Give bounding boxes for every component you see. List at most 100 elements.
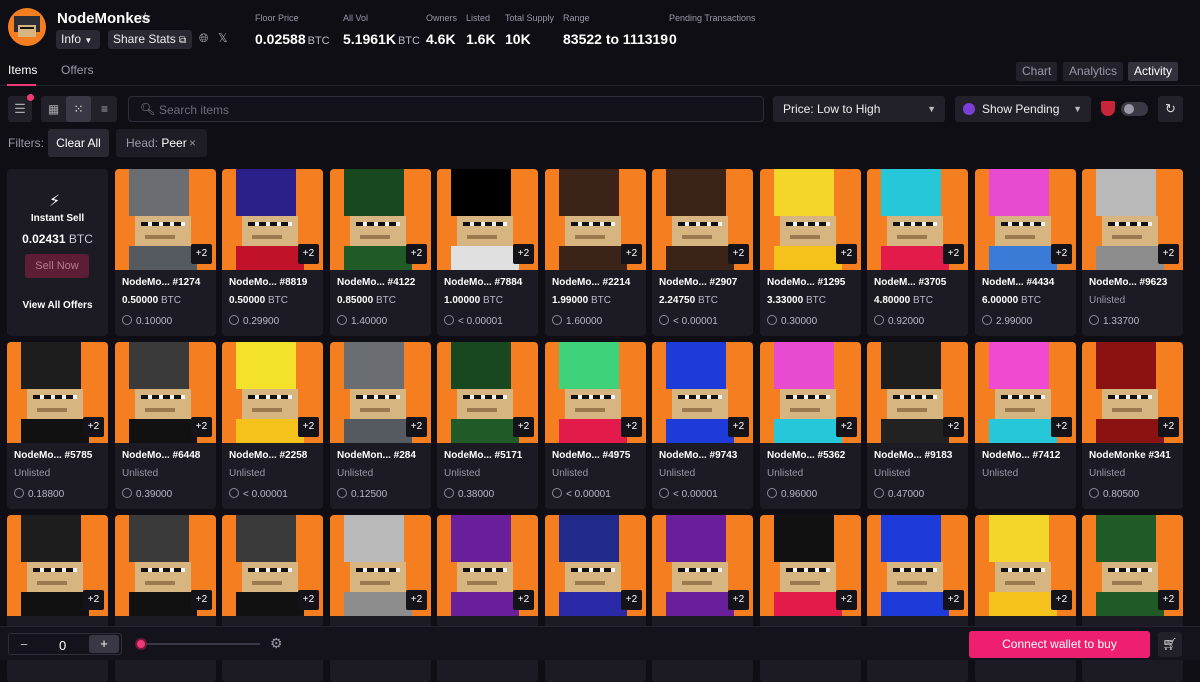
slider-thumb[interactable]	[135, 638, 147, 650]
price-value: 1.00000	[444, 295, 481, 306]
clear-all-button[interactable]: Clear All	[48, 129, 109, 157]
nft-card[interactable]: +2 NodeM... #4434 6.00000 BTC 2.99000	[975, 169, 1076, 336]
nft-image[interactable]: +2	[330, 342, 431, 443]
close-icon[interactable]: ×	[189, 129, 196, 157]
tab-offers[interactable]: Offers	[61, 63, 93, 77]
tab-activity[interactable]: Activity	[1128, 62, 1179, 81]
sweep-slider[interactable]	[135, 638, 260, 650]
tab-analytics[interactable]: Analytics	[1063, 62, 1124, 81]
decrease-button[interactable]: −	[13, 636, 35, 653]
price-unit: BTC	[805, 295, 826, 306]
filter-toggle-button[interactable]: ☰	[8, 94, 34, 122]
nft-image[interactable]: +2	[975, 515, 1076, 616]
nft-image[interactable]: +2	[760, 342, 861, 443]
nft-image[interactable]: +2	[760, 515, 861, 616]
nft-image[interactable]: +2	[760, 169, 861, 270]
toggle-switch[interactable]	[1121, 102, 1148, 116]
share-stats-button[interactable]: Share Stats ⧉	[108, 30, 192, 49]
view-all-offers-link[interactable]: View All Offers	[7, 300, 108, 311]
large-grid-icon[interactable]: ▦	[41, 96, 66, 122]
nft-card[interactable]: +2 NodeMo... #1274 0.50000 BTC 0.10000	[115, 169, 216, 336]
globe-icon[interactable]: 🌐︎	[199, 31, 209, 46]
info-dropdown[interactable]: Info ▼	[56, 30, 100, 49]
star-icon[interactable]: ☆	[139, 9, 152, 26]
nft-image[interactable]: +2	[222, 342, 323, 443]
nft-card[interactable]: +2 NodeMo... #2258 Unlisted < 0.00001	[222, 342, 323, 509]
nft-card[interactable]: +2 NodeMo... #4975 Unlisted < 0.00001	[545, 342, 646, 509]
tab-items[interactable]: Items	[8, 63, 37, 77]
nft-image[interactable]: +2	[115, 169, 216, 270]
face-shape	[780, 389, 836, 419]
nft-card[interactable]: +2 NodeMo... #2214 1.99000 BTC 1.60000	[545, 169, 646, 336]
nft-image[interactable]: +2	[545, 342, 646, 443]
nft-card[interactable]: +2 NodeM... #3705 4.80000 BTC 0.92000	[867, 169, 968, 336]
face-shape	[135, 389, 191, 419]
price-value: 4.80000	[874, 295, 911, 306]
filter-chip-head[interactable]: Head: Peer ×	[116, 129, 207, 157]
nft-image[interactable]: +2	[115, 515, 216, 616]
nft-card[interactable]: +2 NodeMo... #5785 Unlisted 0.18800	[7, 342, 108, 509]
nft-image[interactable]: +2	[222, 169, 323, 270]
nft-card[interactable]: +2 NodeMo... #2907 2.24750 BTC < 0.00001	[652, 169, 753, 336]
nft-card[interactable]: +2 NodeMo... #6448 Unlisted 0.39000	[115, 342, 216, 509]
filters-label: Filters:	[8, 136, 44, 150]
nft-image[interactable]: +2	[975, 342, 1076, 443]
price-value: 0.85000	[337, 295, 374, 306]
nft-card[interactable]: +2 NodeMo... #7412 Unlisted	[975, 342, 1076, 509]
hat-shape	[774, 342, 834, 389]
face-shape	[457, 562, 513, 592]
nft-image[interactable]: +2	[330, 515, 431, 616]
pending-select[interactable]: Show Pending ▼	[955, 96, 1091, 122]
body-shape	[989, 246, 1057, 270]
quantity-value[interactable]: 0	[59, 638, 66, 653]
nft-image[interactable]: +2	[437, 342, 538, 443]
x-twitter-icon[interactable]: 𝕏	[218, 31, 228, 45]
nft-image[interactable]: +2	[222, 515, 323, 616]
last-sale-icon	[874, 488, 884, 498]
nft-card[interactable]: +2 NodeMo... #5362 Unlisted 0.96000	[760, 342, 861, 509]
stat-pending-transactions: Pending Transactions 0	[669, 13, 756, 47]
increase-button[interactable]: +	[89, 635, 119, 653]
nft-image[interactable]: +2	[867, 342, 968, 443]
nft-card[interactable]: +2 NodeMo... #5171 Unlisted 0.38000	[437, 342, 538, 509]
nft-card[interactable]: +2 NodeMo... #9183 Unlisted 0.47000	[867, 342, 968, 509]
nft-image[interactable]: +2	[652, 169, 753, 270]
nft-card[interactable]: +2 NodeMo... #7884 1.00000 BTC < 0.00001	[437, 169, 538, 336]
nft-image[interactable]: +2	[7, 342, 108, 443]
hat-shape	[666, 515, 726, 562]
sell-now-button[interactable]: Sell Now	[25, 254, 89, 278]
sort-select[interactable]: Price: Low to High ▼	[773, 96, 945, 122]
cart-button[interactable]: 🛒︎	[1158, 632, 1182, 657]
last-sale: 1.33700	[1089, 315, 1139, 327]
nft-image[interactable]: +2	[1082, 169, 1183, 270]
nft-image[interactable]: +2	[545, 169, 646, 270]
nft-image[interactable]: +2	[545, 515, 646, 616]
nft-image[interactable]: +2	[867, 515, 968, 616]
tab-chart[interactable]: Chart	[1016, 62, 1058, 81]
nft-image[interactable]: +2	[867, 169, 968, 270]
refresh-button[interactable]: ↻	[1158, 96, 1183, 122]
nft-card[interactable]: +2 NodeMo... #4122 0.85000 BTC 1.40000	[330, 169, 431, 336]
nft-card[interactable]: +2 NodeMonke #341 Unlisted 0.80500	[1082, 342, 1183, 509]
nft-image[interactable]: +2	[330, 169, 431, 270]
nft-image[interactable]: +2	[1082, 515, 1183, 616]
connect-wallet-button[interactable]: Connect wallet to buy	[969, 631, 1150, 658]
search-input[interactable]	[159, 101, 749, 119]
small-grid-icon[interactable]: ⁙	[66, 96, 91, 122]
nft-image[interactable]: +2	[652, 342, 753, 443]
nft-image[interactable]: +2	[437, 169, 538, 270]
nft-card[interactable]: +2 NodeMo... #8819 0.50000 BTC 0.29900	[222, 169, 323, 336]
nft-image[interactable]: +2	[1082, 342, 1183, 443]
body-shape	[451, 419, 519, 443]
nft-image[interactable]: +2	[115, 342, 216, 443]
nft-image[interactable]: +2	[975, 169, 1076, 270]
nft-card[interactable]: +2 NodeMo... #1295 3.33000 BTC 0.30000	[760, 169, 861, 336]
nft-card[interactable]: +2 NodeMo... #9743 Unlisted < 0.00001	[652, 342, 753, 509]
nft-card[interactable]: +2 NodeMo... #9623 Unlisted 1.33700	[1082, 169, 1183, 336]
gear-icon[interactable]: ⚙︎	[270, 635, 283, 652]
nft-image[interactable]: +2	[7, 515, 108, 616]
list-view-icon[interactable]: ≡	[92, 96, 117, 122]
nft-card[interactable]: +2 NodeMon... #284 Unlisted 0.12500	[330, 342, 431, 509]
nft-image[interactable]: +2	[437, 515, 538, 616]
nft-image[interactable]: +2	[652, 515, 753, 616]
